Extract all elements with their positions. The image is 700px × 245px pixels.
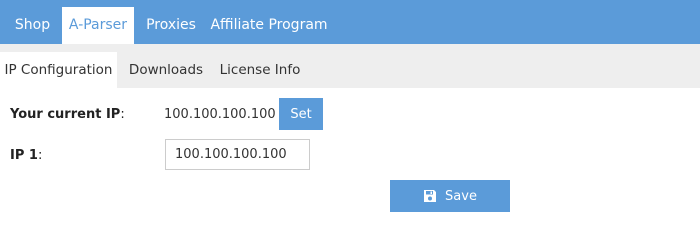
ip1-input[interactable] <box>165 139 310 170</box>
current-ip-value: 100.100.100.100 <box>164 107 276 122</box>
set-button[interactable]: Set <box>279 98 323 130</box>
ip1-label-text: IP 1 <box>10 148 38 163</box>
ip1-label-colon: : <box>37 148 43 163</box>
tab-a-parser[interactable]: A-Parser <box>62 7 134 44</box>
save-icon <box>424 190 437 202</box>
tab-proxies[interactable]: Proxies <box>138 7 204 44</box>
ip1-label: IP 1: <box>10 148 42 163</box>
top-nav: Shop A-Parser Proxies Affiliate Program <box>0 0 700 44</box>
sub-nav: IP Configuration Downloads License Info <box>0 44 700 88</box>
tab-affiliate-program[interactable]: Affiliate Program <box>208 7 330 44</box>
current-ip-label: Your current IP: <box>10 107 125 122</box>
current-ip-label-colon: : <box>120 107 125 122</box>
tab-downloads[interactable]: Downloads <box>120 52 212 88</box>
tab-shop[interactable]: Shop <box>5 7 60 44</box>
save-button[interactable]: Save <box>390 180 510 212</box>
tab-ip-configuration[interactable]: IP Configuration <box>0 52 117 88</box>
save-button-label: Save <box>445 188 477 204</box>
tab-license-info[interactable]: License Info <box>214 52 306 88</box>
current-ip-label-text: Your current IP <box>10 107 121 122</box>
